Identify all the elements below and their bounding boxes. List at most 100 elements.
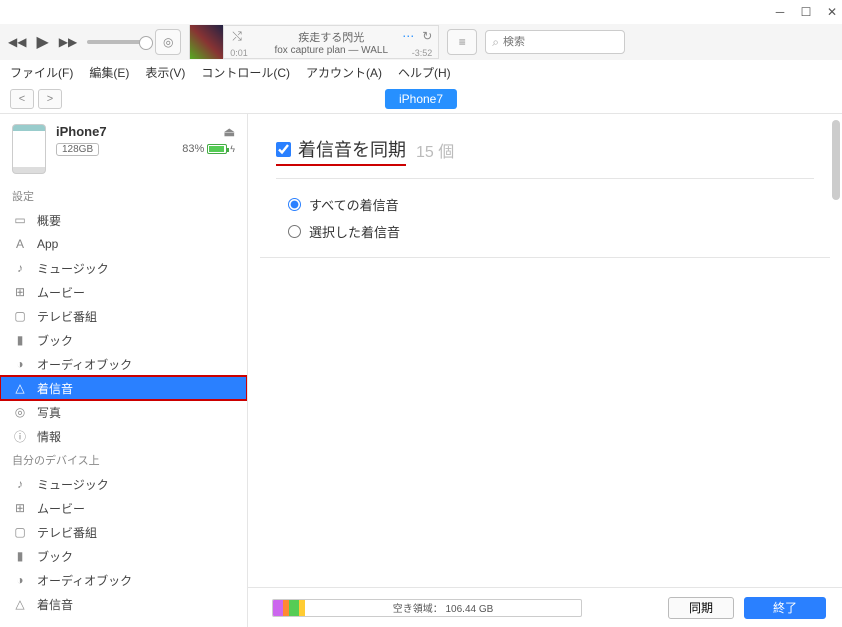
books-icon: ▮ <box>12 332 28 348</box>
device-capacity: 128GB <box>56 143 99 156</box>
sync-checkbox-input[interactable] <box>276 142 291 157</box>
window-titlebar: ─ ☐ ✕ <box>0 0 842 24</box>
sidebar-item-movies[interactable]: ⊞ムービー <box>0 280 247 304</box>
movies-icon: ⊞ <box>12 500 28 516</box>
device-image <box>12 124 46 174</box>
time-elapsed: 0:01 <box>230 48 248 58</box>
info-icon: ⓘ <box>12 428 28 444</box>
radio-selected-ringtones[interactable]: 選択した着信音 <box>288 222 802 241</box>
device-name: iPhone7 <box>56 124 107 139</box>
sidebar-item-label: 着信音 <box>37 596 73 613</box>
sidebar-item-books[interactable]: ▮ ブック <box>0 328 247 352</box>
sidebar-item-music[interactable]: ♪ ミュージック <box>0 472 247 496</box>
ringtones-icon: △ <box>12 380 28 396</box>
sidebar-item-label: ブック <box>37 548 73 565</box>
sidebar-item-ringtones[interactable]: △ 着信音 <box>0 592 247 616</box>
music-icon: ♪ <box>12 476 28 492</box>
music-icon: ♪ <box>12 260 28 276</box>
summary-icon: ▭ <box>12 212 28 228</box>
repeat-icon[interactable]: ↻ <box>422 29 432 43</box>
sidebar-item-label: テレビ番組 <box>37 524 97 541</box>
sidebar-item-label: ムービー <box>37 500 85 517</box>
sidebar-item-tv[interactable]: ▢ テレビ番組 <box>0 520 247 544</box>
track-title: 疾走する閃光 <box>298 29 364 45</box>
menu-edit[interactable]: 編集(E) <box>89 64 129 81</box>
sidebar-item-label: オーディオブック <box>37 356 132 373</box>
sidebar-item-label: テレビ番組 <box>37 308 97 325</box>
sidebar-item-music[interactable]: ♪ ミュージック <box>0 256 247 280</box>
menu-control[interactable]: コントロール(C) <box>201 64 290 81</box>
sidebar-item-books[interactable]: ▮ ブック <box>0 544 247 568</box>
sidebar-item-photos[interactable]: ◎ 写真 <box>0 400 247 424</box>
maximize-button[interactable]: ☐ <box>800 6 812 18</box>
forward-button[interactable]: > <box>38 89 62 109</box>
sidebar-item-label: App <box>37 237 58 251</box>
menubar: ファイル(F) 編集(E) 表示(V) コントロール(C) アカウント(A) ヘ… <box>0 60 842 84</box>
scrollbar[interactable] <box>832 120 840 200</box>
photos-icon: ◎ <box>12 404 28 420</box>
sidebar-section-settings: 設定 <box>0 184 247 208</box>
menu-view[interactable]: 表示(V) <box>145 64 185 81</box>
next-button[interactable]: ▶▶ <box>59 35 77 49</box>
menu-file[interactable]: ファイル(F) <box>10 64 73 81</box>
movies-icon: ⊞ <box>12 284 28 300</box>
previous-button[interactable]: ◀◀ <box>8 35 26 49</box>
battery-icon <box>207 144 227 154</box>
sidebar-item-audiobooks[interactable]: ◑ オーディオブック <box>0 352 247 376</box>
apps-icon: A <box>12 236 28 252</box>
time-remaining: -3:52 <box>412 48 433 58</box>
sync-button[interactable]: 同期 <box>668 597 734 619</box>
back-button[interactable]: < <box>10 89 34 109</box>
search-icon: ⌕ <box>492 35 499 50</box>
sidebar-item-audiobooks[interactable]: ◑ オーディオブック <box>0 568 247 592</box>
sidebar-item-label: 着信音 <box>37 380 73 397</box>
radio-all-ringtones[interactable]: すべての着信音 <box>288 195 802 214</box>
books-icon: ▮ <box>12 548 28 564</box>
content-pane: 着信音を同期 15 個 すべての着信音 選択した着信音 <box>248 114 842 627</box>
shuffle-icon: ⤭ <box>232 29 242 44</box>
volume-slider[interactable] <box>87 40 147 44</box>
more-icon[interactable]: ⋯ <box>402 29 414 43</box>
sidebar-item-label: 写真 <box>37 404 61 421</box>
tv-icon: ▢ <box>12 524 28 540</box>
album-art-icon <box>190 25 224 59</box>
sync-ringtones-checkbox[interactable]: 着信音を同期 <box>276 136 406 166</box>
sidebar-item-summary[interactable]: ▭ 概要 <box>0 208 247 232</box>
list-view-button[interactable]: ≡ <box>447 29 477 55</box>
eject-icon[interactable]: ⏏ <box>224 125 235 139</box>
sidebar-section-device: 自分のデバイス上 <box>0 448 247 472</box>
device-header: iPhone7 ⏏ 128GB 83% ϟ <box>0 114 247 184</box>
minimize-button[interactable]: ─ <box>774 6 786 18</box>
search-input[interactable] <box>503 36 618 48</box>
audiobooks-icon: ◑ <box>12 572 28 588</box>
sidebar-item-label: ミュージック <box>37 476 109 493</box>
sidebar-item-tv[interactable]: ▢ テレビ番組 <box>0 304 247 328</box>
sidebar-item-movies[interactable]: ⊞ ムービー <box>0 496 247 520</box>
sidebar-item-label: オーディオブック <box>37 572 132 589</box>
menu-account[interactable]: アカウント(A) <box>306 64 382 81</box>
play-button[interactable]: ▶ <box>36 32 48 52</box>
device-tab[interactable]: iPhone7 <box>385 89 457 109</box>
playback-controls: ◀◀ ▶ ▶▶ <box>8 32 147 52</box>
sync-count: 15 個 <box>416 138 454 162</box>
bottom-bar: 空き領域： 106.44 GB 同期 終了 <box>248 587 842 627</box>
sidebar-item-label: 情報 <box>37 428 61 445</box>
tv-icon: ▢ <box>12 308 28 324</box>
toolbar: ◀◀ ▶ ▶▶ ◎ ⤭ 疾走する閃光 fox capture plan — WA… <box>0 24 842 60</box>
close-button[interactable]: ✕ <box>826 6 838 18</box>
done-button[interactable]: 終了 <box>744 597 826 619</box>
now-playing[interactable]: ⤭ 疾走する閃光 fox capture plan — WALL ⋯ ↻ 0:0… <box>189 25 439 59</box>
ringtones-icon: △ <box>12 596 28 612</box>
sidebar-item-ringtones[interactable]: △ 着信音 <box>0 376 247 400</box>
sidebar-item-label: ミュージック <box>37 260 109 277</box>
tab-bar: < > iPhone7 <box>0 84 842 114</box>
sidebar-item-label: ブック <box>37 332 73 349</box>
device-battery: 83% ϟ <box>182 143 235 155</box>
audiobooks-icon: ◑ <box>12 356 28 372</box>
sidebar-item-apps[interactable]: A App <box>0 232 247 256</box>
sidebar-item-info[interactable]: ⓘ 情報 <box>0 424 247 448</box>
sidebar-item-label: 概要 <box>37 212 61 229</box>
menu-help[interactable]: ヘルプ(H) <box>398 64 451 81</box>
search-box[interactable]: ⌕ <box>485 30 625 54</box>
airplay-button[interactable]: ◎ <box>155 29 181 55</box>
